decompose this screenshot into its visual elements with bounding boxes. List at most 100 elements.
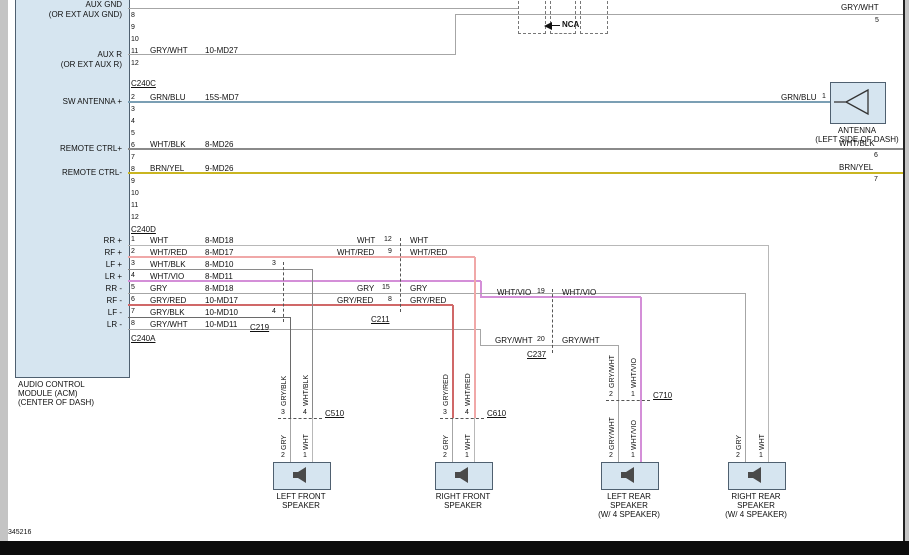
c240c-pin-11: 11 [131, 202, 138, 210]
lf-spk-pin-1: 1 [303, 452, 307, 460]
c237-row1-after: WHT/VIO [562, 288, 596, 297]
remote-ctrl-minus-label: REMOTE CTRL- [20, 168, 122, 177]
rr-wire-label-r: WHT [758, 420, 767, 450]
nca-arrow-icon [544, 22, 552, 30]
wire-lr-minus-h1 [128, 329, 481, 330]
c510-pin-3: 3 [281, 409, 285, 417]
rr-spk-pin-2: 2 [736, 452, 740, 460]
rf-upper-wire-label-l: GRY/RED [442, 358, 451, 406]
connector-c710-label: C710 [653, 391, 672, 400]
acm-pin-9: 9 [131, 24, 135, 32]
lf-spk-pin-2: 2 [281, 452, 285, 460]
row-label-lr-plus: LR + [90, 272, 122, 281]
rr-name-line1: RIGHT REAR [716, 492, 796, 501]
c240c-pin-12: 12 [131, 214, 139, 222]
connector-c219-line [283, 262, 284, 322]
bottom-black-bar [0, 541, 909, 555]
c237-row1-before: WHT/VIO [497, 288, 531, 297]
row8-color: GRY/WHT [150, 320, 188, 329]
row5-color: GRY [150, 284, 167, 293]
row-label-lr-minus: LR - [90, 320, 122, 329]
c237-row2-after: GRY/WHT [562, 336, 600, 345]
c211-row1-pin: 12 [384, 236, 392, 244]
c211-row3-before: GRY [357, 284, 374, 293]
wire-rf-low-r [474, 418, 475, 462]
c610-pin-3: 3 [443, 409, 447, 417]
c211-row4-pin: 8 [388, 296, 392, 304]
wire-remote-plus [128, 148, 903, 150]
lr-lower-wire-label-l: GRY/WHT [608, 404, 617, 450]
c211-row4-before: GRY/RED [337, 296, 373, 305]
c211-row2-after: WHT/RED [410, 248, 447, 257]
connector-c510-line [278, 418, 322, 419]
remote-minus-right-color: BRN/YEL [839, 163, 873, 172]
c211-row2-pin: 9 [388, 248, 392, 256]
acm-pin-10: 10 [131, 36, 139, 44]
c219-pin-3: 3 [272, 260, 276, 268]
c240d-pin-7: 7 [131, 308, 135, 316]
row3-circuit: 8-MD10 [205, 260, 233, 269]
c710-pin-2: 2 [609, 391, 613, 399]
c237-row2-before: GRY/WHT [495, 336, 533, 345]
wire-rf-minus-v [452, 305, 454, 418]
doc-number: 345216 [8, 528, 31, 537]
c211-row3-after: GRY [410, 284, 427, 293]
lr-name-line3: (W/ 4 SPEAKER) [589, 510, 669, 519]
connector-c237-line [552, 289, 553, 353]
c211-row4-after: GRY/RED [410, 296, 446, 305]
aux-r-label-line2: (OR EXT AUX R) [20, 60, 122, 69]
lf-lower-wire-label-l: GRY [280, 422, 289, 450]
wire-rf-low-l [452, 418, 453, 462]
connector-c240d-label: C240D [131, 225, 156, 234]
nca-arrow-stem [552, 25, 560, 26]
nca-connector-box-1 [518, 0, 546, 34]
wire-lr-minus-h2 [480, 345, 619, 346]
nca-connector-box-3 [580, 0, 608, 34]
connector-c211-label: C211 [371, 315, 390, 324]
row-label-rr-plus: RR + [90, 236, 122, 245]
row5-circuit: 8-MD18 [205, 284, 233, 293]
c610-pin-4: 4 [465, 409, 469, 417]
wire-lr-minus-step [480, 329, 481, 346]
row-label-rf-plus: RF + [90, 248, 122, 257]
rr-wire-label-l: GRY [735, 420, 744, 450]
wire-lf-low-l [290, 418, 291, 462]
row1-circuit: 8-MD18 [205, 236, 233, 245]
rf-name-line1: RIGHT FRONT [423, 492, 503, 501]
remote-ctrl-plus-label: REMOTE CTRL+ [20, 144, 122, 153]
c211-row1-before: WHT [357, 236, 375, 245]
acm-name-line1: AUDIO CONTROL [18, 380, 85, 389]
lf-name-line2: SPEAKER [261, 501, 341, 510]
wire-aux-r-h2 [455, 14, 903, 15]
connector-c219-label: C219 [250, 323, 269, 332]
c211-row1-after: WHT [410, 236, 428, 245]
connector-c211-line [400, 238, 401, 312]
sw-antenna-label: SW ANTENNA + [20, 97, 122, 106]
row-label-lf-minus: LF - [90, 308, 122, 317]
acm-pin-12: 12 [131, 60, 139, 68]
wire-rf-minus-h [128, 304, 453, 306]
c211-row3-pin: 15 [382, 284, 390, 292]
wire-aux-gnd [128, 8, 518, 9]
row-label-rf-minus: RF - [90, 296, 122, 305]
lr-name-line1: LEFT REAR [589, 492, 669, 501]
antenna-wire-color: GRN/BLU [781, 93, 817, 102]
lr-name-line2: SPEAKER [589, 501, 669, 510]
connector-c610-label: C610 [487, 409, 506, 418]
c240c-pin-3: 3 [131, 106, 135, 114]
acm-name-line3: (CENTER OF DASH) [18, 398, 94, 407]
remote-plus-right-pin: 6 [874, 152, 878, 160]
rr-name-line3: (W/ 4 SPEAKER) [716, 510, 796, 519]
remote-plus-right-color: WHT/BLK [839, 139, 875, 148]
lf-lower-wire-label-r: WHT [302, 422, 311, 450]
antenna-icon [830, 82, 884, 122]
c240c-pin-10: 10 [131, 190, 139, 198]
rf-lower-wire-label-l: GRY [442, 422, 451, 450]
c710-pin-1: 1 [631, 391, 635, 399]
right-front-speaker-icon [453, 467, 473, 483]
c240d-pin-6: 6 [131, 296, 135, 304]
c240d-pin-1: 1 [131, 236, 135, 244]
c237-row1-pin: 19 [537, 288, 545, 296]
lf-upper-wire-label-r: WHT/BLK [302, 358, 311, 406]
wire-rf-plus-v [474, 257, 476, 418]
